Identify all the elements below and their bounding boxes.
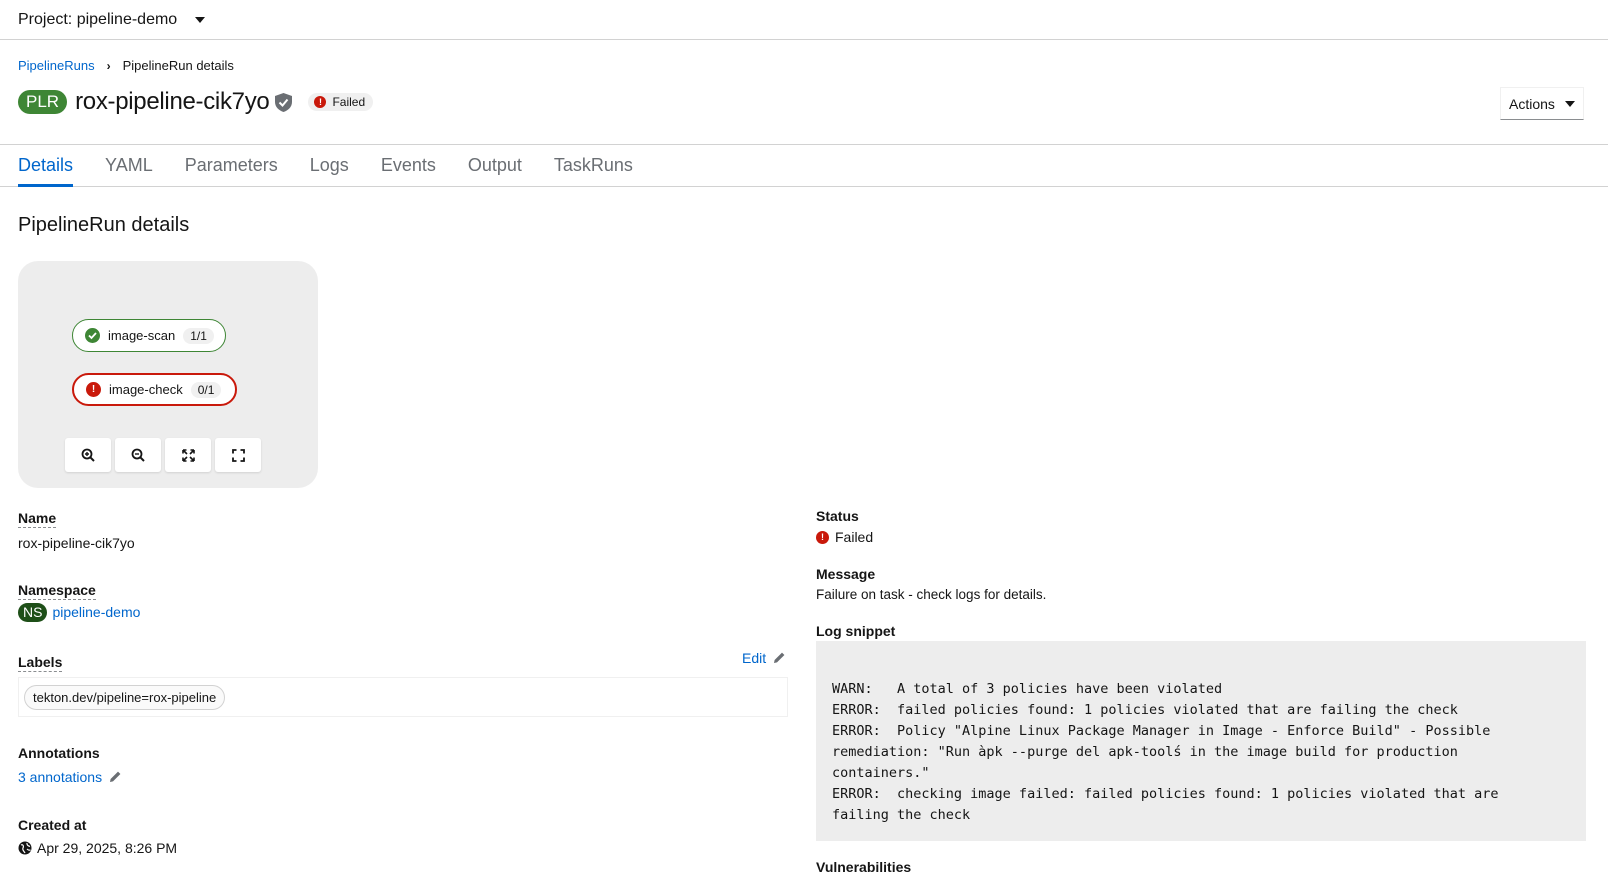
breadcrumb: PipelineRuns › PipelineRun details xyxy=(18,58,234,73)
namespace-label: Namespace xyxy=(18,582,96,600)
fit-to-screen-button[interactable] xyxy=(165,438,211,472)
breadcrumb-pipelineruns-link[interactable]: PipelineRuns xyxy=(18,58,95,73)
fullscreen-icon xyxy=(231,448,245,462)
page-header: PLR rox-pipeline-cik7yo ! Failed xyxy=(18,88,374,116)
check-circle-icon xyxy=(85,328,100,343)
name-label: Name xyxy=(18,510,57,528)
pipeline-graph[interactable]: image-scan 1/1 ! image-check 0/1 xyxy=(18,261,318,488)
actions-label: Actions xyxy=(1509,95,1555,112)
task-node-image-scan[interactable]: image-scan 1/1 xyxy=(72,319,226,352)
caret-down-icon xyxy=(1564,100,1575,107)
status-value: ! Failed xyxy=(816,529,873,545)
task-count: 1/1 xyxy=(183,327,214,344)
created-at-label: Created at xyxy=(18,817,87,833)
created-at-value: Apr 29, 2025, 8:26 PM xyxy=(18,840,177,856)
zoom-out-button[interactable] xyxy=(115,438,161,472)
task-node-image-check[interactable]: ! image-check 0/1 xyxy=(72,373,237,406)
exclamation-circle-icon: ! xyxy=(314,96,327,108)
namespace-value: NS pipeline-demo xyxy=(18,603,140,622)
status-text: Failed xyxy=(835,529,874,545)
vulnerabilities-label: Vulnerabilities xyxy=(816,859,912,875)
task-count: 0/1 xyxy=(190,381,222,398)
tab-logs[interactable]: Logs xyxy=(294,145,365,186)
graph-controls xyxy=(65,438,261,472)
log-line: ERROR: failed policies found: 1 policies… xyxy=(832,702,1458,718)
tab-events[interactable]: Events xyxy=(365,145,452,186)
label-chip[interactable]: tekton.dev/pipeline=rox-pipeline xyxy=(24,684,226,710)
labels-list: tekton.dev/pipeline=rox-pipeline xyxy=(18,677,788,717)
task-name: image-scan xyxy=(108,328,176,343)
page-title: rox-pipeline-cik7yo xyxy=(75,88,270,115)
task-name: image-check xyxy=(109,382,183,397)
project-label: Project: pipeline-demo xyxy=(18,10,178,28)
tab-output[interactable]: Output xyxy=(452,145,538,186)
fullscreen-button[interactable] xyxy=(215,438,261,472)
chevron-down-icon xyxy=(195,16,206,23)
created-at-text: Apr 29, 2025, 8:26 PM xyxy=(37,840,178,856)
section-title: PipelineRun details xyxy=(18,214,190,236)
status-label: Status xyxy=(816,508,859,524)
project-selector[interactable]: Project: pipeline-demo xyxy=(0,0,1608,40)
status-badge: ! Failed xyxy=(308,93,374,111)
annotations-value[interactable]: 3 annotations xyxy=(18,769,122,785)
pencil-icon xyxy=(774,652,785,663)
exclamation-circle-icon: ! xyxy=(86,382,101,397)
tab-yaml[interactable]: YAML xyxy=(89,145,169,186)
tab-taskruns[interactable]: TaskRuns xyxy=(538,145,649,186)
log-line: ERROR: checking image failed: failed pol… xyxy=(832,786,1499,823)
chevron-right-icon: › xyxy=(106,58,111,73)
status-badge-text: Failed xyxy=(332,95,366,109)
edit-labels-button[interactable]: Edit xyxy=(742,650,786,666)
message-value: Failure on task - check logs for details… xyxy=(816,587,1047,602)
tab-details[interactable]: Details xyxy=(18,145,89,187)
breadcrumb-current: PipelineRun details xyxy=(122,58,234,73)
exclamation-circle-icon: ! xyxy=(816,530,829,544)
shield-icon xyxy=(275,92,293,112)
annotations-label: Annotations xyxy=(18,745,100,761)
resource-badge: PLR xyxy=(18,90,68,114)
actions-dropdown[interactable]: Actions xyxy=(1500,87,1584,120)
log-snippet: WARN: A total of 3 policies have been vi… xyxy=(816,641,1586,841)
namespace-link[interactable]: pipeline-demo xyxy=(52,604,140,620)
labels-label: Labels xyxy=(18,654,63,672)
name-value: rox-pipeline-cik7yo xyxy=(18,535,135,551)
log-line: ERROR: Policy "Alpine Linux Package Mana… xyxy=(832,723,1491,781)
namespace-badge: NS xyxy=(18,603,48,622)
log-snippet-label: Log snippet xyxy=(816,623,896,639)
pencil-icon xyxy=(110,771,121,782)
zoom-in-icon xyxy=(81,448,95,462)
globe-icon xyxy=(18,841,32,855)
log-line: WARN: A total of 3 policies have been vi… xyxy=(832,681,1223,697)
edit-labels-text: Edit xyxy=(742,650,767,666)
message-label: Message xyxy=(816,566,876,582)
annotations-link[interactable]: 3 annotations xyxy=(18,769,102,785)
zoom-out-icon xyxy=(131,448,145,462)
tab-bar: Details YAML Parameters Logs Events Outp… xyxy=(0,144,1608,187)
zoom-in-button[interactable] xyxy=(65,438,111,472)
expand-arrows-icon xyxy=(181,448,195,462)
tab-parameters[interactable]: Parameters xyxy=(169,145,294,186)
